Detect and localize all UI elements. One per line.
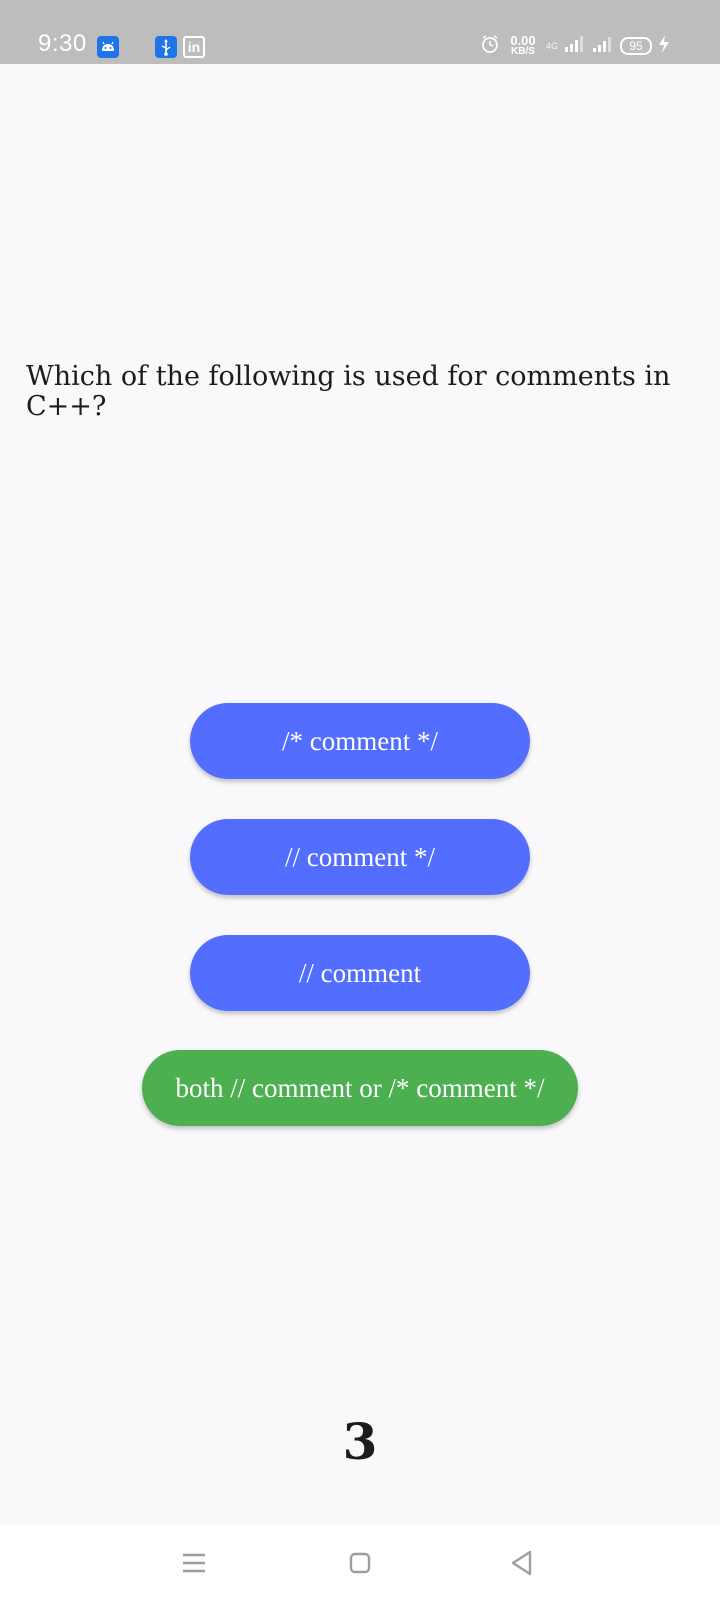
usb-icon xyxy=(155,36,177,58)
network-speed-value: 0.00 xyxy=(510,33,536,48)
answer-option-label: both // comment or /* comment */ xyxy=(175,1072,545,1103)
battery-icon: 95 xyxy=(620,37,652,55)
answer-option-label: // comment */ xyxy=(285,841,435,872)
menu-icon[interactable] xyxy=(170,1539,218,1587)
status-right-group: 0.00 KB/S 4G 95 xyxy=(480,32,670,60)
network-speed-unit: KB/S xyxy=(511,46,535,57)
signal-icon xyxy=(564,35,586,57)
android-notification-icon xyxy=(97,36,119,58)
question-text: Which of the following is used for comme… xyxy=(26,361,671,422)
signal-icon xyxy=(592,35,614,57)
answer-option-1[interactable]: /* comment */ xyxy=(190,703,530,779)
answer-option-3[interactable]: // comment xyxy=(190,935,530,1011)
answer-option-label: // comment xyxy=(298,957,422,988)
back-icon[interactable] xyxy=(498,1539,546,1587)
answer-option-label: /* comment */ xyxy=(282,725,438,756)
score-counter: 3 xyxy=(342,1412,378,1471)
answer-option-2[interactable]: // comment */ xyxy=(190,819,530,895)
network-type: 4G xyxy=(545,41,558,51)
status-bar: 9:30 in 0.00 KB/S 4G 95 xyxy=(0,0,720,64)
alarm-icon xyxy=(480,34,500,58)
navigation-bar xyxy=(0,1525,720,1600)
network-speed: 0.00 KB/S xyxy=(506,33,540,57)
battery-level: 95 xyxy=(629,39,643,53)
status-time: 9:30 xyxy=(38,30,87,57)
home-icon[interactable] xyxy=(336,1539,384,1587)
answer-option-4[interactable]: both // comment or /* comment */ xyxy=(142,1050,578,1126)
charging-icon xyxy=(658,34,670,58)
linkedin-icon: in xyxy=(183,36,205,58)
